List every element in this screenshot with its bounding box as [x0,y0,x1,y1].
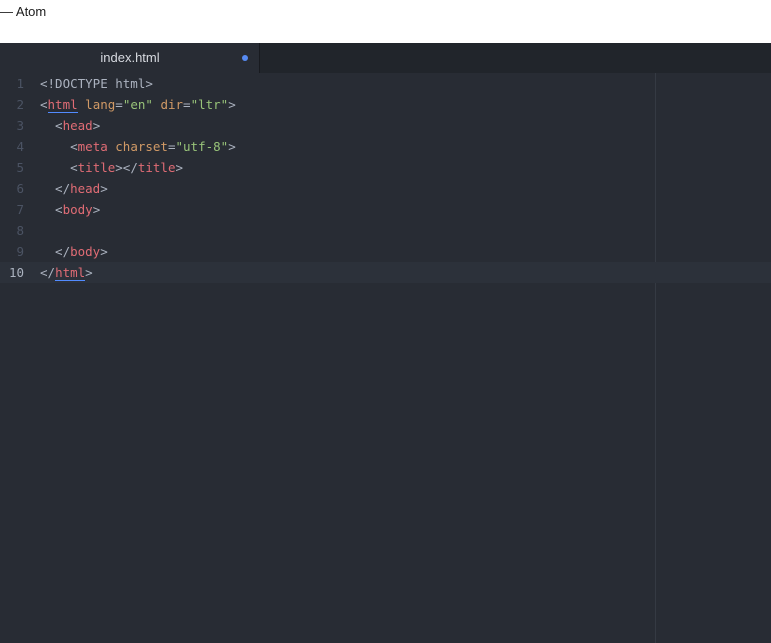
code-line[interactable]: 4 <meta charset="utf-8"> [0,136,771,157]
line-code: <body> [40,199,100,220]
syntax-token: "ltr" [190,97,229,112]
line-number: 3 [16,118,24,133]
code-editor[interactable]: 1 <!DOCTYPE html> 2 <html lang="en" dir="lt… [0,73,771,643]
syntax-token: > [92,118,101,133]
syntax-token: > [100,181,108,196]
syntax-token: = [183,97,191,112]
modified-indicator-icon[interactable] [242,55,248,61]
line-code: <meta charset="utf-8"> [40,136,236,157]
window-title: — Atom [0,4,47,19]
syntax-token: body [62,202,93,217]
syntax-token: head [70,181,101,196]
code-line[interactable]: 10 </html> [0,262,771,283]
line-number: 1 [16,76,24,91]
syntax-token: <!DOCTYPE html> [40,76,153,91]
syntax-token: meta [77,139,108,154]
window-titlebar: — Atom [0,0,771,43]
code-line[interactable]: 8 [0,220,771,241]
code-line[interactable]: 6 </head> [0,178,771,199]
code-line[interactable]: 1 <!DOCTYPE html> [0,73,771,94]
syntax-token: > [228,97,236,112]
syntax-token: head [62,118,93,133]
syntax-token: ></ [115,160,138,175]
code-line[interactable]: 2 <html lang="en" dir="ltr"> [0,94,771,115]
syntax-token: </ [40,265,56,280]
line-number: 5 [16,160,24,175]
syntax-token: </ [40,244,71,259]
line-code: <html lang="en" dir="ltr"> [40,94,236,115]
syntax-token: dir [160,97,184,112]
line-code: </body> [40,241,108,262]
syntax-token: < [40,118,63,133]
syntax-token: < [40,202,63,217]
syntax-token: body [70,244,101,259]
tab-label: index.html [100,50,160,65]
syntax-token: > [100,244,108,259]
syntax-token: "en" [122,97,153,112]
line-number: 9 [16,244,24,259]
syntax-token: html [55,265,86,281]
line-number: 6 [16,181,24,196]
syntax-token: > [85,265,93,280]
syntax-token: > [92,202,101,217]
syntax-token: > [228,139,236,154]
syntax-token: title [137,160,176,175]
syntax-token: < [40,160,78,175]
syntax-token: > [175,160,184,175]
syntax-token: charset [115,139,168,154]
line-number: 10 [8,265,24,280]
syntax-token: lang [85,97,116,112]
code-line[interactable]: 7 <body> [0,199,771,220]
tab-index-html[interactable]: index.html [0,43,260,73]
line-code: <head> [40,115,100,136]
line-number: 2 [16,97,24,112]
syntax-token: title [77,160,116,175]
code-line[interactable]: 3 <head> [0,115,771,136]
syntax-token: = [115,97,123,112]
syntax-token: </ [40,181,71,196]
code-line[interactable]: 5 <title></title> [0,157,771,178]
code-line[interactable]: 9 </body> [0,241,771,262]
syntax-token: "utf-8" [175,139,229,154]
syntax-token: = [167,139,176,154]
syntax-token: < [40,97,48,112]
line-code: <!DOCTYPE html> [40,73,153,94]
syntax-token: < [40,139,78,154]
line-number: 4 [16,139,24,154]
line-code: <title></title> [40,157,183,178]
line-number: 8 [16,223,24,238]
tab-bar: index.html [0,43,771,73]
line-number: 7 [16,202,24,217]
line-code: </html> [40,262,93,283]
syntax-token: html [47,97,78,113]
line-code: </head> [40,178,108,199]
